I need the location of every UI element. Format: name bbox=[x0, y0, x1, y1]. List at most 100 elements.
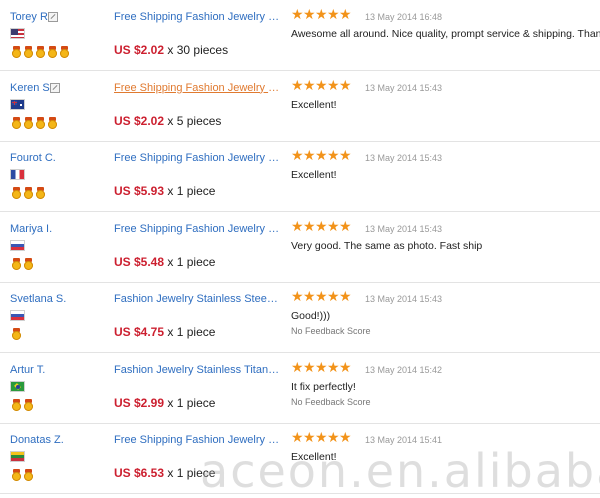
product-link[interactable]: Fashion Jewelry Stainless Steel Rin... bbox=[114, 293, 280, 305]
feedback-row: Fourot C. Free Shipping Fashion Jewelry S… bbox=[0, 141, 600, 212]
unit-price: US $2.02 bbox=[114, 43, 165, 57]
star-icon: ★ bbox=[339, 429, 352, 445]
unit-price: US $2.02 bbox=[114, 113, 165, 128]
star-icon: ★ bbox=[303, 147, 316, 163]
medal-icon bbox=[48, 46, 57, 58]
star-icon: ★ bbox=[315, 76, 328, 93]
product-link[interactable]: Free Shipping Fashion Jewelry Micke... bbox=[114, 82, 280, 94]
buyer-name-link[interactable]: Fourot C. bbox=[10, 152, 56, 164]
star-icon: ★ bbox=[315, 217, 328, 234]
star-rating: ★★★★★ bbox=[291, 6, 352, 22]
quantity: x 1 piece bbox=[167, 254, 216, 269]
country-flag-icon bbox=[10, 380, 25, 392]
star-icon: ★ bbox=[303, 288, 316, 304]
star-icon: ★ bbox=[303, 358, 316, 375]
buyer-medals bbox=[12, 398, 36, 415]
review-date: 13 May 2014 15:43 bbox=[365, 153, 443, 163]
unit-price: US $6.53 bbox=[114, 466, 165, 480]
star-icon: ★ bbox=[339, 358, 352, 375]
star-icon: ★ bbox=[315, 288, 328, 304]
medal-icon bbox=[12, 469, 21, 481]
product-link[interactable]: Free Shipping Fashion Jewelry Stain... bbox=[114, 152, 280, 164]
star-icon: ★ bbox=[303, 6, 316, 22]
star-icon: ★ bbox=[327, 6, 340, 22]
review-date: 13 May 2014 15:41 bbox=[365, 435, 443, 445]
star-icon: ★ bbox=[315, 358, 328, 375]
medal-icon bbox=[24, 116, 33, 129]
review-comment: Excellent! bbox=[291, 98, 337, 111]
star-icon: ★ bbox=[339, 288, 352, 304]
unit-price: US $2.99 bbox=[114, 395, 165, 410]
review-comment: It fix perfectly! bbox=[291, 380, 356, 393]
price-line: US $2.02 x 5 pieces bbox=[114, 114, 221, 128]
quantity: x 1 piece bbox=[167, 395, 216, 410]
review-date: 13 May 2014 16:48 bbox=[365, 12, 443, 22]
buyer-name-link[interactable]: Artur T. bbox=[10, 364, 45, 376]
quantity: x 5 pieces bbox=[167, 113, 222, 128]
medal-icon bbox=[12, 398, 21, 411]
buyer-name-link[interactable]: Donatas Z. bbox=[10, 434, 64, 446]
medal-icon bbox=[24, 187, 33, 199]
edit-note-icon[interactable] bbox=[50, 82, 60, 93]
star-rating: ★★★★★ bbox=[291, 288, 352, 304]
unit-price: US $5.93 bbox=[114, 184, 165, 198]
review-date: 13 May 2014 15:42 bbox=[365, 364, 443, 375]
feedback-row: Torey R. Free Shipping Fashion Jewelry Ha… bbox=[0, 0, 600, 71]
product-link[interactable]: Fashion Jewelry Stainless Titanium ... bbox=[114, 364, 280, 376]
buyer-name-link[interactable]: Torey R. bbox=[10, 11, 51, 23]
medal-icon bbox=[12, 46, 21, 58]
star-icon: ★ bbox=[291, 147, 304, 163]
product-link[interactable]: Free Shipping Fashion Jewelry Silve... bbox=[114, 434, 280, 446]
medal-icon bbox=[24, 257, 33, 270]
medal-icon bbox=[36, 116, 45, 129]
buyer-name-link[interactable]: Svetlana S. bbox=[10, 293, 66, 305]
country-flag-icon bbox=[10, 310, 25, 321]
price-line: US $6.53 x 1 piece bbox=[114, 466, 215, 480]
medal-icon bbox=[12, 328, 21, 340]
review-date: 13 May 2014 15:43 bbox=[365, 223, 443, 234]
star-rating: ★★★★★ bbox=[291, 76, 352, 93]
edit-note-icon[interactable] bbox=[48, 12, 58, 22]
star-icon: ★ bbox=[327, 429, 340, 445]
star-icon: ★ bbox=[339, 147, 352, 163]
quantity: x 1 piece bbox=[167, 184, 216, 198]
star-icon: ★ bbox=[303, 429, 316, 445]
buyer-medals bbox=[12, 46, 72, 62]
buyer-medals bbox=[12, 116, 60, 133]
country-flag-icon bbox=[10, 451, 25, 462]
price-line: US $5.48 x 1 piece bbox=[114, 255, 215, 269]
star-icon: ★ bbox=[291, 288, 304, 304]
star-icon: ★ bbox=[291, 76, 304, 93]
review-comment: Awesome all around. Nice quality, prompt… bbox=[291, 28, 600, 40]
medal-icon bbox=[12, 187, 21, 199]
star-icon: ★ bbox=[315, 429, 328, 445]
star-icon: ★ bbox=[303, 76, 316, 93]
medal-icon bbox=[36, 187, 45, 199]
review-date: 13 May 2014 15:43 bbox=[365, 82, 443, 93]
no-feedback-score: No Feedback Score bbox=[291, 326, 371, 336]
star-icon: ★ bbox=[339, 217, 352, 234]
buyer-name-link[interactable]: Keren S. bbox=[10, 82, 53, 94]
price-line: US $2.99 x 1 piece bbox=[114, 396, 215, 410]
feedback-row: Artur T. Fashion Jewelry Stainless Titani… bbox=[0, 353, 600, 424]
product-link[interactable]: Free Shipping Fashion Jewelry Puzzl... bbox=[114, 223, 280, 235]
star-icon: ★ bbox=[327, 358, 340, 375]
unit-price: US $5.48 bbox=[114, 254, 165, 269]
quantity: x 1 piece bbox=[167, 325, 216, 339]
star-icon: ★ bbox=[315, 6, 328, 22]
star-icon: ★ bbox=[327, 288, 340, 304]
review-date: 13 May 2014 15:43 bbox=[365, 294, 443, 304]
country-flag-icon bbox=[10, 239, 25, 251]
buyer-medals bbox=[12, 187, 48, 203]
medal-icon bbox=[60, 46, 69, 58]
star-icon: ★ bbox=[339, 76, 352, 93]
star-icon: ★ bbox=[291, 6, 304, 22]
review-comment: Good!))) bbox=[291, 310, 331, 322]
product-link[interactable]: Free Shipping Fashion Jewelry Half ... bbox=[114, 11, 280, 23]
star-rating: ★★★★★ bbox=[291, 217, 352, 234]
star-icon: ★ bbox=[291, 217, 304, 234]
buyer-name-link[interactable]: Mariya I. bbox=[10, 223, 52, 235]
medal-icon bbox=[24, 46, 33, 58]
country-flag-icon bbox=[10, 28, 25, 39]
quantity: x 30 pieces bbox=[167, 43, 229, 57]
